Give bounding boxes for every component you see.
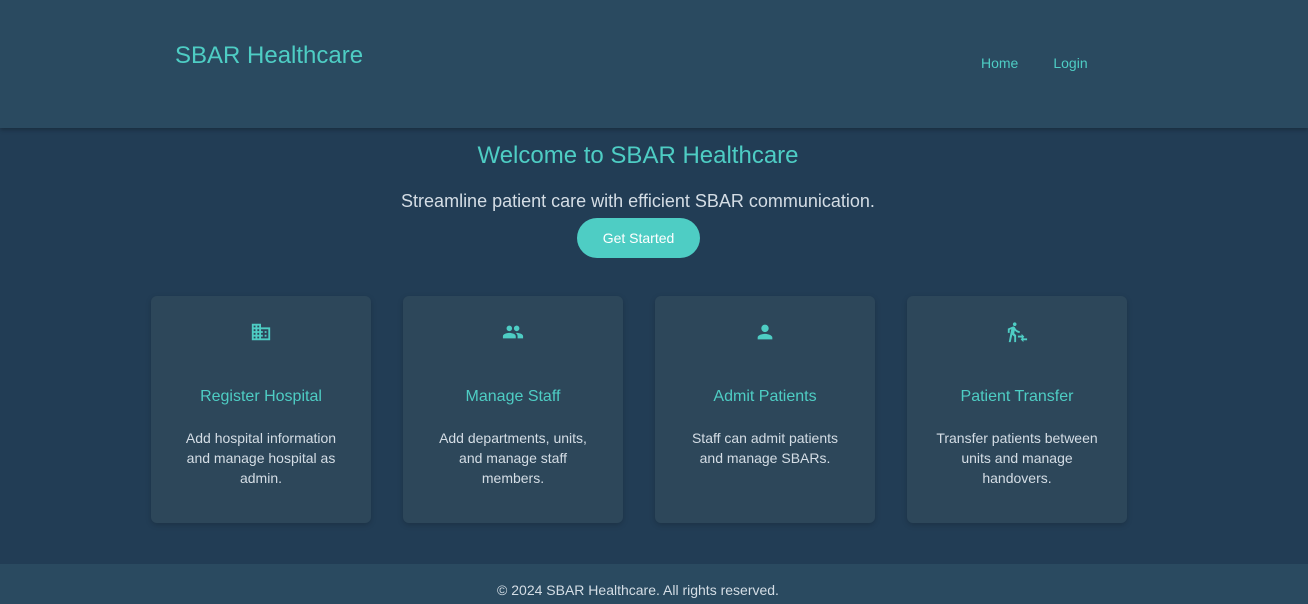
site-footer: © 2024 SBAR Healthcare. All rights reser… [0,564,1308,604]
people-group-icon [403,321,623,343]
hero-title: Welcome to SBAR Healthcare [477,142,799,169]
main-nav: Home Login [981,55,1088,71]
feature-title: Manage Staff [465,388,561,405]
feature-description: Add departments, units, and manage staff… [439,430,587,486]
nav-home-link[interactable]: Home [981,55,1018,71]
feature-card-patient-transfer: Patient Transfer Transfer patients betwe… [907,296,1127,523]
feature-description: Add hospital information and manage hosp… [185,430,337,486]
feature-card-admit-patients: Admit Patients Staff can admit patients … [655,296,875,523]
hero-subtitle: Streamline patient care with efficient S… [401,191,875,211]
feature-card-register-hospital: Register Hospital Add hospital informati… [151,296,371,523]
brand-logo-link[interactable]: SBAR Healthcare [175,42,363,70]
nav-login-link[interactable]: Login [1053,55,1087,71]
feature-description: Staff can admit patients and manage SBAR… [691,430,839,466]
feature-card-manage-staff: Manage Staff Add departments, units, and… [403,296,623,523]
patient-transfer-icon [907,321,1127,343]
site-header: SBAR Healthcare Home Login [0,0,1308,128]
get-started-button[interactable]: Get Started [577,218,700,258]
feature-title: Register Hospital [200,388,322,405]
copyright-text: © 2024 SBAR Healthcare. All rights reser… [497,582,779,598]
feature-title: Patient Transfer [960,388,1074,405]
feature-title: Admit Patients [713,388,817,405]
person-icon [655,321,875,343]
feature-description: Transfer patients between units and mana… [936,430,1098,486]
hospital-building-icon [151,321,371,343]
